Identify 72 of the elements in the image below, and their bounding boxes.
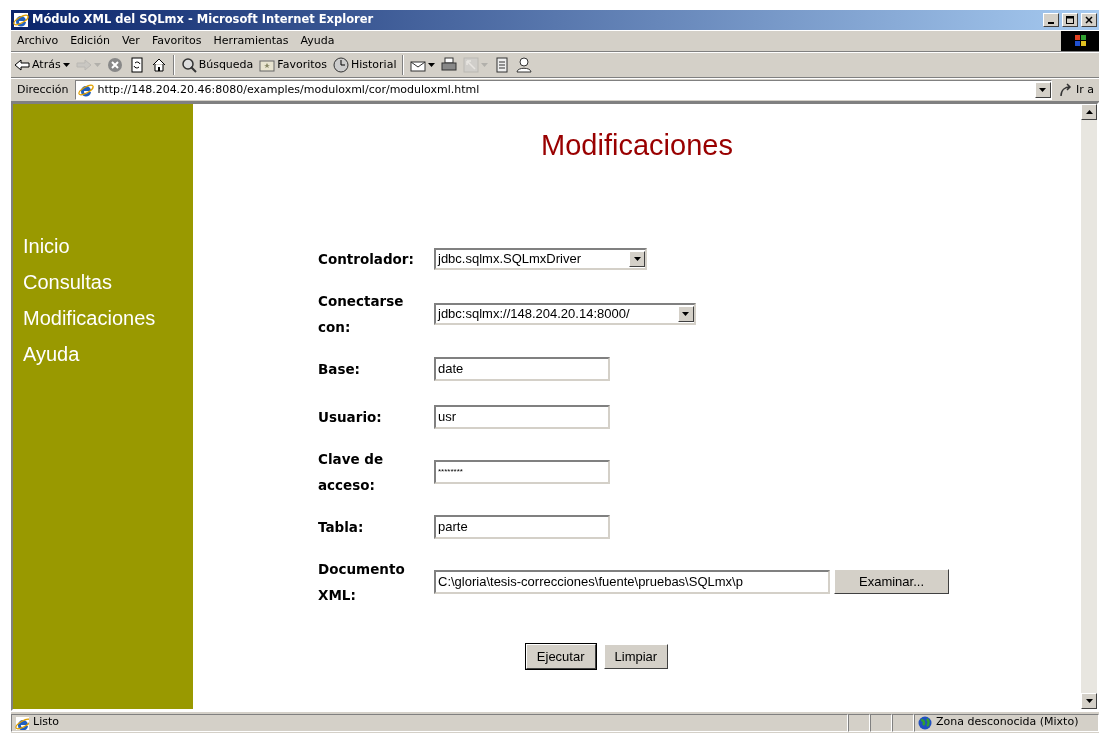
dropdown-arrow-icon [1039, 88, 1047, 92]
field-label: Conectarse con: [318, 291, 405, 337]
minimize-button[interactable] [1043, 13, 1059, 27]
windows-logo-icon [1061, 31, 1099, 51]
menu-item[interactable]: Ayuda [294, 31, 341, 51]
arrow-down-icon [1085, 699, 1093, 703]
browser-icon [13, 12, 29, 28]
dropdown-field[interactable]: jdbc:sqlmx://148.204.20.14:8000/ [434, 302, 696, 325]
clock-icon [333, 57, 349, 73]
menu-item[interactable]: Herramientas [207, 31, 295, 51]
dropdown-arrow-icon [682, 311, 690, 316]
page-heading: Modificaciones [540, 128, 734, 163]
field-label: Usuario: [318, 407, 383, 427]
caret-icon [481, 63, 489, 67]
arrow-left-icon [14, 57, 30, 73]
edit-icon [463, 57, 480, 73]
folder-star-button[interactable]: Favoritos [256, 55, 330, 75]
magnifier-button[interactable]: Búsqueda [177, 55, 257, 75]
maximize-button[interactable] [1062, 13, 1078, 27]
close-icon [1085, 16, 1093, 24]
person-icon [516, 57, 533, 73]
caret-icon [93, 63, 101, 67]
go-button[interactable]: Ir a [1055, 80, 1097, 100]
caret-icon [428, 63, 436, 67]
field-label: Tabla: [318, 517, 365, 537]
page-icon [15, 715, 29, 730]
scroll-down-button[interactable] [1081, 693, 1097, 709]
field-label: Base: [318, 359, 361, 379]
arrow-up-icon [1085, 110, 1093, 114]
arrow-right-icon [75, 57, 92, 73]
menu-item[interactable]: Favoritos [145, 31, 208, 51]
status-text: Listo [11, 713, 848, 732]
refresh-icon [128, 57, 145, 73]
dropdown-field[interactable]: jdbc.sqlmx.SQLmxDriver [434, 247, 648, 270]
menu-item[interactable]: Ver [115, 31, 146, 51]
input-field[interactable]: usr [434, 404, 610, 429]
page-icon [78, 82, 95, 98]
file-path-field[interactable]: C:\gloria\tesis-correcciones\fuente\pruebas\SQLmx\p [434, 569, 830, 594]
window-title: Módulo XML del SQLmx - Microsoft Internet Explorer [32, 11, 375, 29]
status-panel [870, 713, 892, 732]
field-label: Controlador: [318, 249, 415, 269]
close-button[interactable] [1081, 13, 1097, 27]
menu-item[interactable]: Archivo [11, 31, 65, 51]
form-button[interactable]: Ejecutar [525, 643, 596, 669]
menu-item[interactable]: Edición [64, 31, 116, 51]
input-field[interactable]: date [434, 356, 610, 381]
form-button[interactable]: Limpiar [603, 643, 669, 669]
url-text: http://148.204.20.46:8080/examples/moduloxml/cor/moduloxml.html [97, 81, 481, 98]
address-label: Dirección [16, 81, 70, 98]
password-field[interactable]: ******** [434, 459, 610, 484]
magnifier-icon [180, 57, 197, 73]
zone-indicator: Zona desconocida (Mixto) [914, 713, 1099, 732]
arrow-left-button[interactable]: Atrás [11, 55, 73, 75]
clock-button[interactable]: Historial [330, 55, 400, 75]
stop-icon [106, 57, 123, 73]
field-label: Documento XML: [318, 559, 406, 605]
scrollbar[interactable] [1081, 104, 1097, 709]
status-panel [848, 713, 870, 732]
globe-icon [918, 715, 932, 730]
document-icon [494, 57, 511, 73]
home-icon [150, 57, 167, 73]
status-panel [892, 713, 914, 732]
field-label: Clave de acceso: [318, 449, 385, 495]
maximize-icon [1066, 16, 1074, 24]
address-field[interactable]: http://148.204.20.46:8080/examples/moduloxml/cor/moduloxml.html [75, 80, 1052, 100]
arrow-icon [1058, 82, 1074, 98]
browse-button[interactable]: Examinar... [834, 568, 950, 595]
caret-icon [62, 63, 70, 67]
scroll-up-button[interactable] [1081, 104, 1097, 120]
printer-icon [441, 57, 458, 73]
dropdown-arrow-icon [633, 256, 641, 261]
input-field[interactable]: parte [434, 514, 610, 539]
